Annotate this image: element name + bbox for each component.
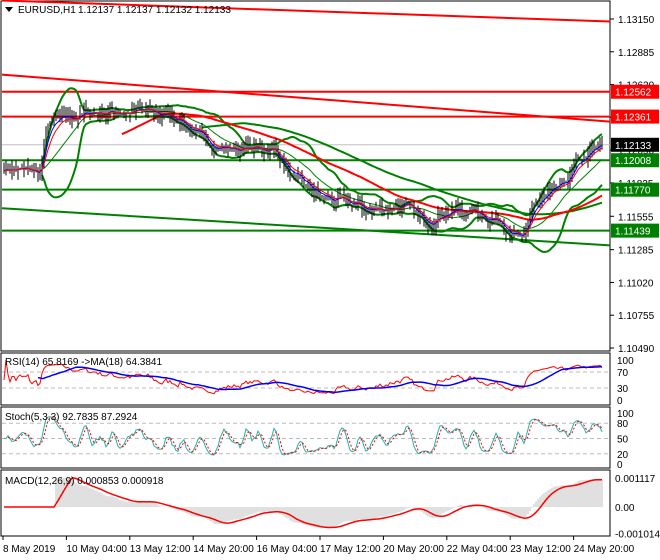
stoch-tick-label: 80	[617, 419, 629, 430]
stoch-label: Stoch(5,3,3) 92.7835 87.2924	[5, 412, 138, 423]
price-tag-support: 1.12008	[615, 156, 652, 167]
macd-tick-label: -0.001014	[615, 529, 660, 540]
chart-header-symbol: EURUSD,H1	[18, 5, 76, 16]
stoch-tick-label: 0	[617, 460, 623, 471]
stoch-tick-label: 50	[617, 435, 629, 446]
chart-window: 1.131501.128851.126201.123551.120901.118…	[0, 0, 660, 560]
y-tick-label: 1.10490	[618, 344, 655, 355]
price-tag-resistance: 1.12562	[615, 88, 652, 99]
chart-header-ohlc: 1.12137 1.12137 1.12132 1.12133	[78, 5, 231, 16]
y-tick-label: 1.11020	[618, 278, 654, 289]
rsi-tick-label: 100	[617, 356, 634, 367]
rsi-label: RSI(14) 65.8169 ->MA(18) 64.3841	[5, 357, 162, 368]
main-panel-frame	[0, 0, 611, 352]
price-tag-current: 1.12133	[615, 141, 652, 152]
price-tag-resistance: 1.12361	[615, 113, 652, 124]
macd-tick-label: 0.00	[615, 503, 635, 514]
chart-canvas[interactable]: 1.131501.128851.126201.123551.120901.118…	[0, 0, 660, 560]
trendline-resistance	[1, 73, 611, 123]
rsi-tick-label: 70	[617, 368, 629, 379]
x-tick-label: 22 May 04:00	[447, 544, 508, 555]
x-tick-label: 13 May 12:00	[130, 544, 191, 555]
x-tick-label: 10 May 04:00	[66, 544, 127, 555]
x-tick-label: 23 May 12:00	[510, 544, 571, 555]
y-tick-label: 1.11285	[618, 246, 654, 257]
dropdown-triangle-icon	[5, 7, 13, 12]
rsi-tick-label: 30	[617, 384, 629, 395]
y-tick-label: 1.10755	[618, 311, 655, 322]
x-tick-label: 20 May 20:00	[383, 544, 444, 555]
macd-label: MACD(12,26,9) 0.000853 0.000918	[5, 476, 164, 487]
x-tick-label: 16 May 04:00	[257, 544, 318, 555]
y-tick-label: 1.12885	[618, 48, 655, 59]
price-tag-support: 1.11439	[615, 227, 651, 238]
x-tick-label: 14 May 20:00	[193, 544, 254, 555]
macd-tick-label: 0.001117	[615, 474, 656, 485]
x-tick-label: 24 May 20:00	[574, 544, 635, 555]
x-tick-label: 8 May 2019	[3, 544, 56, 555]
y-tick-label: 1.13150	[618, 15, 655, 26]
price-tag-support: 1.11770	[615, 186, 651, 197]
rsi-tick-label: 0	[617, 396, 623, 407]
y-tick-label: 1.11555	[618, 212, 654, 223]
x-tick-label: 17 May 12:00	[320, 544, 381, 555]
